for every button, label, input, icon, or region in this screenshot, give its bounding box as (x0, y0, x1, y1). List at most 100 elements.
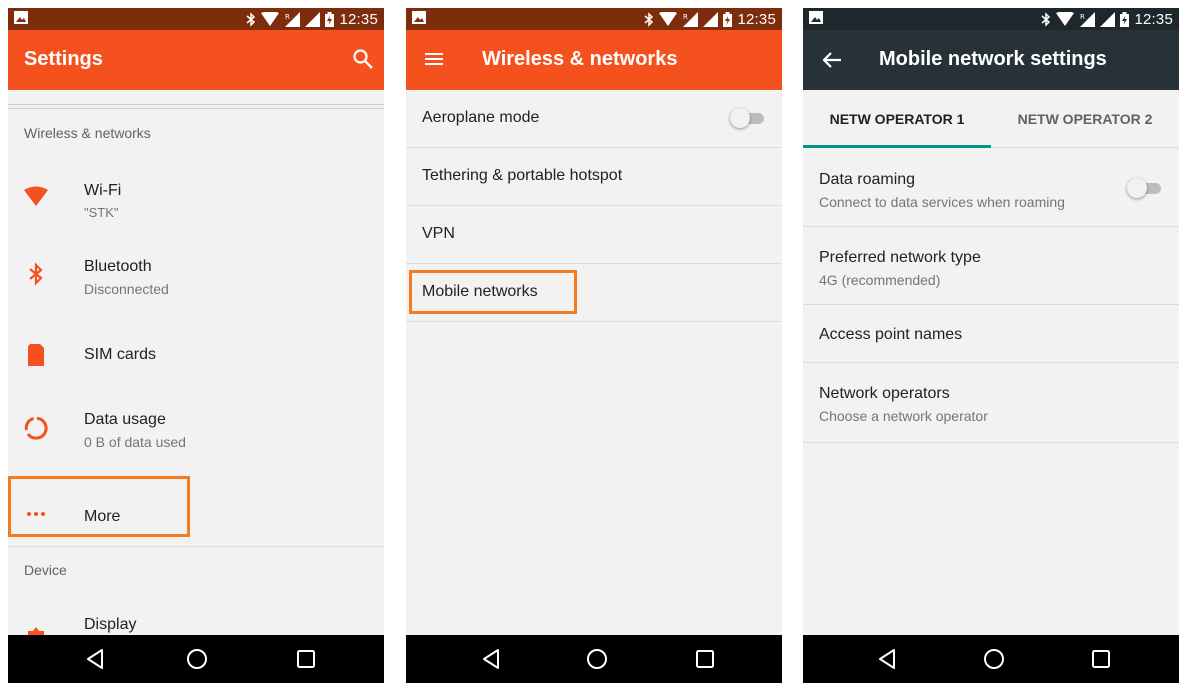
data-usage-icon (24, 416, 48, 440)
tab-netw-operator-1[interactable]: NETW OPERATOR 1 (803, 90, 991, 148)
wifi-status-icon (261, 12, 280, 26)
highlight-box-mobile-networks (409, 270, 577, 314)
wifi-icon (24, 186, 48, 206)
settings-item-subtitle: "STK" (84, 205, 119, 220)
status-bar: R 12:35 (406, 8, 782, 30)
recents-square-icon[interactable] (693, 647, 717, 671)
page-title: Mobile network settings (879, 48, 1107, 70)
highlight-box-more (8, 476, 190, 537)
list-item-title: Data roaming (819, 171, 916, 188)
section-header-wireless: Wireless & networks (24, 125, 151, 141)
svg-text:R: R (285, 13, 290, 21)
list-item-access-point-names[interactable]: Access point names (803, 305, 1179, 363)
bluetooth-status-icon (644, 11, 654, 27)
list-item-title: Preferred network type (819, 249, 981, 266)
settings-item-sim-cards[interactable]: SIM cards (8, 322, 384, 388)
back-arrow-icon[interactable] (821, 49, 843, 71)
list-item-title: Access point names (819, 326, 963, 343)
list-item-title: Aeroplane mode (422, 109, 540, 126)
wireless-list: Aeroplane mode Tethering & portable hots… (406, 90, 782, 635)
clock: 12:35 (737, 10, 776, 28)
toolbar: Settings (8, 30, 384, 90)
list-item-data-roaming[interactable]: Data roaming Connect to data services wh… (803, 149, 1179, 227)
battery-charging-icon (325, 11, 335, 27)
wireless-networks-screen: R 12:35 Wireless & networks Aeroplane mo… (406, 8, 782, 683)
mobile-network-settings-screen: R 12:35 Mobile network settings NETW OPE… (803, 8, 1179, 683)
list-item-title: Network operators (819, 385, 950, 402)
toggle-thumb (1127, 178, 1147, 198)
gallery-notification-icon (412, 11, 426, 24)
divider (8, 108, 384, 109)
settings-item-title: Display (84, 616, 137, 633)
navigation-bar (803, 635, 1179, 683)
wifi-status-icon (1056, 12, 1075, 26)
settings-item-subtitle: 0 B of data used (84, 434, 186, 450)
settings-item-title: Wi-Fi (84, 182, 122, 199)
signal-roaming-icon: R (1080, 11, 1096, 27)
status-bar: R 12:35 (8, 8, 384, 30)
settings-item-title: Bluetooth (84, 258, 152, 275)
recents-square-icon[interactable] (294, 647, 318, 671)
list-item-aeroplane-mode[interactable]: Aeroplane mode (406, 90, 782, 148)
settings-screen: R 12:35 Settings Wireless & networks Wi-… (8, 8, 384, 683)
settings-list: Wireless & networks Wi-Fi "STK" Bluetoot… (8, 90, 384, 650)
back-triangle-icon[interactable] (876, 647, 900, 671)
aeroplane-mode-toggle[interactable] (730, 107, 764, 129)
list-item-subtitle: Choose a network operator (819, 408, 988, 424)
mobile-network-list: Data roaming Connect to data services wh… (803, 149, 1179, 635)
operator-tabs: NETW OPERATOR 1 NETW OPERATOR 2 (803, 90, 1179, 148)
signal-roaming-icon: R (683, 11, 699, 27)
signal-icon (305, 11, 321, 27)
sim-card-icon (28, 344, 44, 366)
list-item-tethering[interactable]: Tethering & portable hotspot (406, 148, 782, 206)
settings-item-title: Data usage (84, 411, 166, 428)
svg-text:R: R (683, 13, 688, 21)
settings-item-data-usage[interactable]: Data usage 0 B of data used (8, 390, 384, 460)
status-bar: R 12:35 (803, 8, 1179, 30)
back-triangle-icon[interactable] (480, 647, 504, 671)
settings-item-wifi[interactable]: Wi-Fi "STK" (8, 162, 384, 232)
home-circle-icon[interactable] (185, 647, 209, 671)
signal-roaming-icon: R (285, 11, 301, 27)
settings-item-bluetooth[interactable]: Bluetooth Disconnected (8, 238, 384, 308)
gallery-notification-icon (809, 11, 823, 24)
list-item-title: Tethering & portable hotspot (422, 167, 623, 184)
svg-text:R: R (1080, 13, 1085, 21)
divider (8, 104, 384, 105)
navigation-bar (406, 635, 782, 683)
page-title: Wireless & networks (482, 48, 678, 70)
data-roaming-toggle[interactable] (1127, 177, 1161, 199)
clock: 12:35 (339, 10, 378, 28)
list-item-title: VPN (422, 225, 455, 242)
divider (8, 546, 384, 547)
tab-netw-operator-2[interactable]: NETW OPERATOR 2 (991, 90, 1179, 148)
bluetooth-status-icon (246, 11, 256, 27)
gallery-notification-icon (14, 11, 28, 24)
section-header-device: Device (24, 562, 67, 578)
back-triangle-icon[interactable] (84, 647, 108, 671)
tab-indicator (803, 145, 991, 148)
home-circle-icon[interactable] (585, 647, 609, 671)
toolbar: Mobile network settings (803, 30, 1179, 90)
wifi-status-icon (659, 12, 678, 26)
bluetooth-status-icon (1041, 11, 1051, 27)
list-item-subtitle: Connect to data services when roaming (819, 194, 1065, 210)
list-item-subtitle: 4G (recommended) (819, 272, 941, 288)
clock: 12:35 (1134, 10, 1173, 28)
home-circle-icon[interactable] (982, 647, 1006, 671)
battery-charging-icon (723, 11, 733, 27)
signal-icon (1100, 11, 1116, 27)
settings-item-subtitle: Disconnected (84, 281, 169, 297)
recents-square-icon[interactable] (1089, 647, 1113, 671)
settings-item-title: SIM cards (84, 346, 157, 363)
list-item-preferred-network-type[interactable]: Preferred network type 4G (recommended) (803, 227, 1179, 305)
bluetooth-icon (29, 262, 43, 286)
toggle-thumb (730, 108, 750, 128)
search-icon[interactable] (352, 48, 374, 70)
signal-icon (703, 11, 719, 27)
list-item-vpn[interactable]: VPN (406, 206, 782, 264)
navigation-bar (8, 635, 384, 683)
hamburger-menu-icon[interactable] (424, 49, 444, 69)
list-item-network-operators[interactable]: Network operators Choose a network opera… (803, 363, 1179, 443)
toolbar: Wireless & networks (406, 30, 782, 90)
